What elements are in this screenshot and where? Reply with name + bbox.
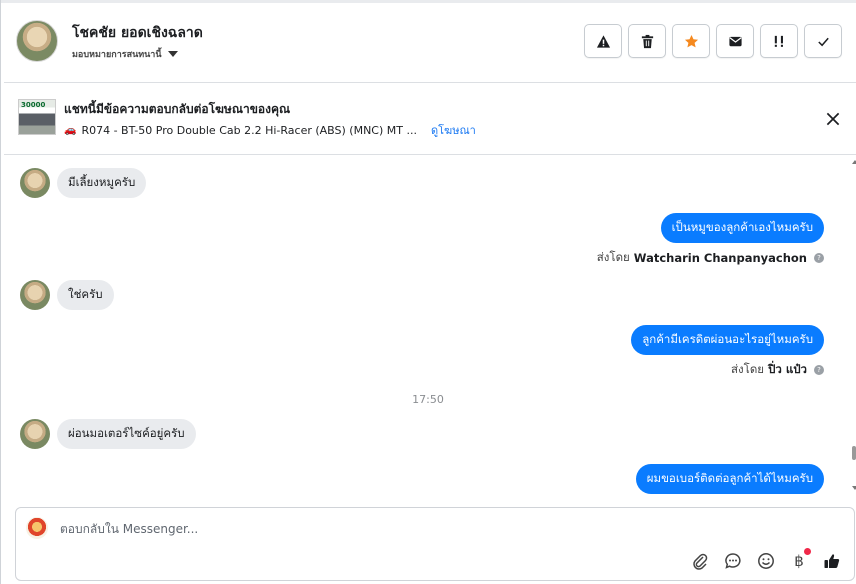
- outgoing-message[interactable]: ลูกค้ามีเครดิตผ่อนอะไรอยู่ไหมครับ: [631, 325, 824, 355]
- close-icon[interactable]: [824, 110, 842, 128]
- reply-input[interactable]: [60, 522, 660, 536]
- incoming-message[interactable]: มีเลี้ยงหมูครับ: [57, 168, 147, 198]
- contact-name[interactable]: โชคชัย ยอดเชิงฉลาด: [72, 22, 203, 44]
- assign-conversation-dropdown[interactable]: มอบหมายการสนทนานี้: [72, 47, 178, 61]
- check-icon: [817, 37, 829, 46]
- star-button[interactable]: [672, 24, 710, 58]
- sent-by-line: ส่งโดย Watcharin Chanpanyachon ?: [597, 249, 824, 267]
- envelope-icon: [728, 36, 742, 46]
- contact-avatar[interactable]: [16, 20, 58, 62]
- saved-reply-icon: [725, 553, 741, 569]
- spam-button[interactable]: [584, 24, 622, 58]
- composer-toolbar: ฿: [690, 548, 842, 571]
- trash-icon: [641, 34, 653, 48]
- caret-down-icon: [167, 51, 178, 57]
- sender-name: ปิ่ว แป๋ว: [768, 362, 807, 376]
- done-button[interactable]: [804, 24, 842, 58]
- ad-thumbnail[interactable]: 30000: [18, 99, 56, 135]
- conversation-actions: [584, 24, 842, 58]
- ad-description: R074 - BT-50 Pro Double Cab 2.2 Hi-Racer…: [81, 123, 417, 137]
- sent-by-line: ส่งโดย ปิ่ว แป๋ว ?: [731, 361, 824, 379]
- send-like-button[interactable]: [822, 551, 842, 571]
- saved-replies-button[interactable]: [723, 551, 743, 571]
- scroll-down-arrow[interactable]: [852, 486, 856, 490]
- emoji-icon: [758, 553, 774, 569]
- ad-reply-banner: 30000 แชทนี้มีข้อความตอบกลับต่อโฆษณาของค…: [4, 84, 856, 155]
- follow-up-button[interactable]: [760, 24, 798, 58]
- scroll-up-arrow[interactable]: [852, 160, 856, 164]
- paperclip-icon: [693, 553, 708, 570]
- outgoing-message[interactable]: ผมขอเบอร์ติดต่อลูกค้าได้ไหมครับ: [635, 464, 824, 494]
- message-thread[interactable]: มีเลี้ยงหมูครับ เป็นหมูของลูกค้าเองไหมคร…: [4, 156, 852, 504]
- attach-button[interactable]: [690, 551, 710, 571]
- contact-avatar-small: [20, 280, 50, 310]
- outgoing-message[interactable]: เป็นหมูของลูกค้าเองไหมครับ: [660, 213, 824, 243]
- payment-button[interactable]: ฿: [789, 548, 811, 571]
- car-icon: 🚗: [64, 124, 77, 136]
- sender-name: Watcharin Chanpanyachon: [633, 251, 807, 265]
- ad-banner-details: 🚗 R074 - BT-50 Pro Double Cab 2.2 Hi-Rac…: [64, 121, 476, 139]
- warning-icon: [596, 34, 610, 48]
- notification-dot: [804, 548, 811, 555]
- ad-banner-title: แชทนี้มีข้อความตอบกลับต่อโฆษณาของคุณ: [64, 102, 291, 116]
- assign-label: มอบหมายการสนทนานี้: [72, 50, 162, 60]
- view-ad-link[interactable]: ดูโฆษณา: [431, 121, 476, 139]
- baht-icon: ฿: [794, 552, 804, 570]
- sent-by-label: ส่งโดย: [731, 362, 765, 376]
- ad-thumbnail-label: 30000: [21, 101, 46, 109]
- star-icon: [684, 34, 698, 47]
- incoming-message[interactable]: ใช่ครับ: [57, 280, 114, 310]
- scrollbar-thumb[interactable]: [852, 446, 856, 460]
- emoji-button[interactable]: [756, 551, 776, 571]
- info-icon[interactable]: ?: [814, 253, 824, 263]
- conversation-header: โชคชัย ยอดเชิงฉลาด มอบหมายการสนทนานี้: [4, 3, 856, 83]
- window-left-edge: [0, 0, 1, 584]
- thumbs-up-icon: [824, 554, 840, 568]
- incoming-message[interactable]: ผ่อนมอเตอร์ไซค์อยู่ครับ: [57, 419, 196, 449]
- delete-button[interactable]: [628, 24, 666, 58]
- mark-unread-button[interactable]: [716, 24, 754, 58]
- message-timestamp: 17:50: [412, 393, 444, 406]
- contact-avatar-small: [20, 168, 50, 198]
- sent-by-label: ส่งโดย: [596, 250, 630, 264]
- reply-composer: ฿: [15, 507, 855, 581]
- flag-icon: [774, 35, 783, 47]
- page-avatar: [26, 517, 48, 539]
- contact-avatar-small: [20, 419, 50, 449]
- info-icon[interactable]: ?: [814, 365, 824, 375]
